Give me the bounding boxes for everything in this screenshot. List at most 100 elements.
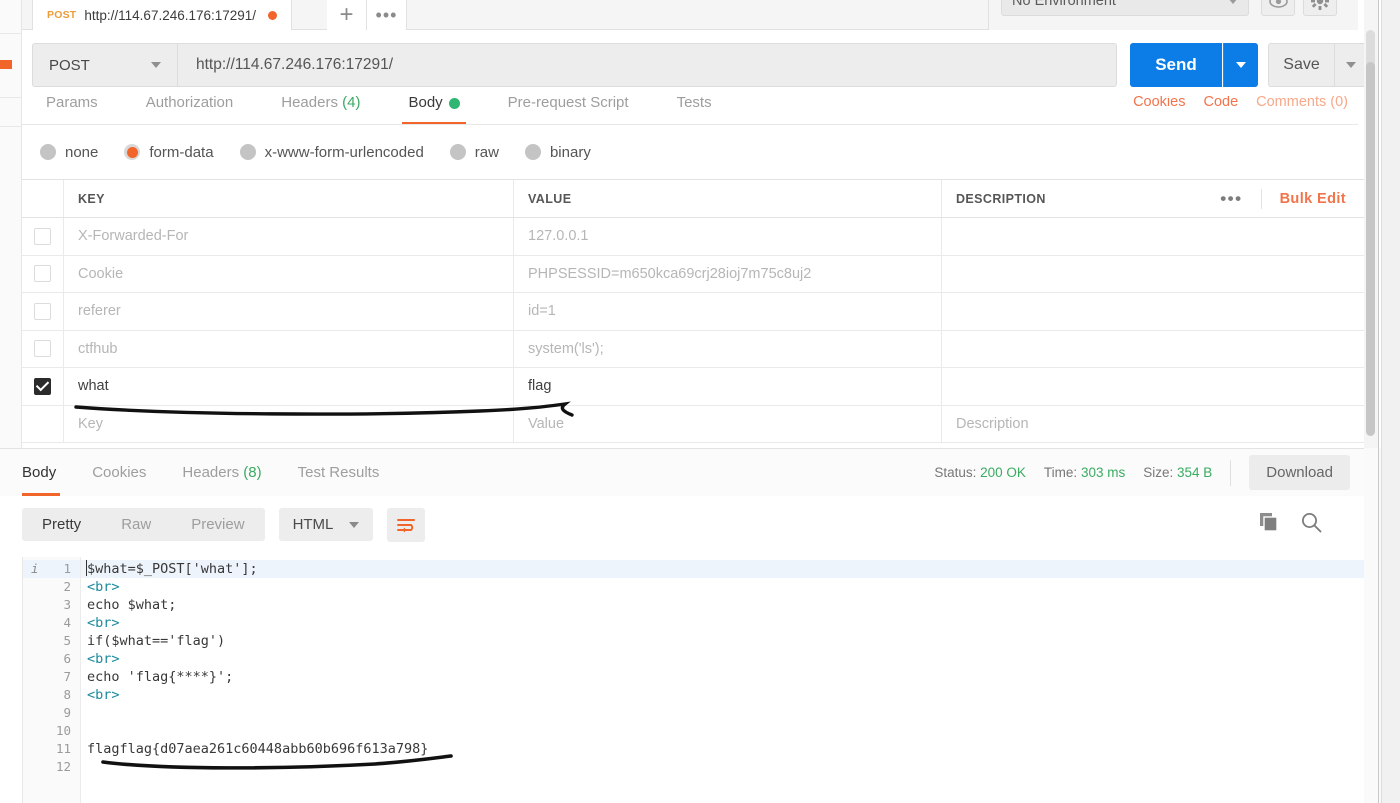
time-label: Time: bbox=[1043, 465, 1078, 480]
response-body-code-viewer[interactable]: i1 2 3 4 5 6 7 8 9 10 11 12 $what=$_POST… bbox=[22, 557, 1364, 803]
radio-none[interactable]: none bbox=[40, 144, 98, 161]
bulk-edit-button[interactable]: Bulk Edit bbox=[1262, 191, 1346, 207]
size-group: Size: 354 B bbox=[1143, 465, 1212, 480]
gutter-line: 6 bbox=[23, 650, 80, 668]
radio-raw-label: raw bbox=[474, 143, 499, 161]
radio-raw[interactable]: raw bbox=[449, 143, 499, 161]
size-value: 354 B bbox=[1177, 465, 1213, 480]
code-content[interactable]: $what=$_POST['what']; <br> echo $what; <… bbox=[81, 557, 1364, 803]
row-checkbox-cell[interactable] bbox=[22, 255, 64, 292]
inner-scrollbar-thumb[interactable] bbox=[1366, 62, 1375, 436]
response-section-tabs: Body Cookies Headers (8) Test Results St… bbox=[0, 449, 1364, 496]
response-tab-cookies[interactable]: Cookies bbox=[74, 449, 164, 496]
new-description-input[interactable]: Description bbox=[942, 406, 1364, 443]
download-button[interactable]: Download bbox=[1249, 455, 1350, 490]
tab-authorization[interactable]: Authorization bbox=[122, 96, 258, 124]
row-checkbox-checked[interactable] bbox=[34, 377, 51, 395]
row-key[interactable]: X-Forwarded-For bbox=[64, 218, 514, 255]
row-description[interactable] bbox=[942, 218, 1364, 255]
tab-more-button[interactable]: ••• bbox=[367, 0, 407, 30]
new-value-input[interactable]: Value bbox=[514, 405, 942, 442]
word-wrap-icon[interactable] bbox=[387, 507, 426, 542]
view-mode-raw[interactable]: Raw bbox=[101, 508, 171, 541]
row-checkbox[interactable] bbox=[34, 227, 51, 245]
body-present-dot-icon bbox=[448, 97, 460, 109]
inner-scrollbar-track[interactable] bbox=[1364, 0, 1378, 448]
radio-x-www-form-urlencoded[interactable]: x-www-form-urlencoded bbox=[239, 144, 424, 161]
table-row[interactable]: X-Forwarded-For 127.0.0.1 bbox=[22, 218, 1364, 256]
save-options-button[interactable] bbox=[1334, 43, 1368, 87]
table-more-button[interactable]: ••• bbox=[1202, 188, 1262, 209]
row-description[interactable] bbox=[942, 331, 1364, 368]
url-bar: POST http://114.67.246.176:17291/ Send S… bbox=[22, 31, 1368, 96]
radio-icon bbox=[524, 144, 541, 160]
tab-headers[interactable]: Headers (4) bbox=[257, 96, 384, 124]
row-key[interactable]: Cookie bbox=[64, 255, 514, 292]
browser-scrollbar-track[interactable] bbox=[1381, 0, 1400, 803]
row-checkbox[interactable] bbox=[34, 302, 51, 320]
table-row[interactable]: Cookie PHPSESSID=m650kca69crj28ioj7m75c8… bbox=[22, 255, 1364, 293]
url-input[interactable]: http://114.67.246.176:17291/ bbox=[177, 43, 1117, 87]
radio-binary[interactable]: binary bbox=[524, 144, 591, 161]
radio-icon bbox=[239, 144, 256, 160]
row-value[interactable]: flag bbox=[514, 368, 942, 405]
tab-pre-request-script[interactable]: Pre-request Script bbox=[484, 96, 653, 124]
row-value[interactable]: PHPSESSID=m650kca69crj28ioj7m75c8uj2 bbox=[514, 255, 942, 292]
search-icon[interactable] bbox=[1301, 512, 1322, 538]
row-description[interactable] bbox=[942, 293, 1364, 330]
postman-window: POST http://114.67.246.176:17291/ + ••• … bbox=[0, 0, 1400, 803]
send-options-button[interactable] bbox=[1223, 43, 1258, 87]
radio-form-data[interactable]: form-data bbox=[124, 144, 214, 161]
response-format-select[interactable]: HTML bbox=[278, 508, 374, 541]
text-caret bbox=[86, 560, 87, 576]
tab-body-label: Body bbox=[408, 96, 443, 111]
new-key-input[interactable]: Key bbox=[64, 405, 514, 442]
row-description[interactable] bbox=[942, 256, 1364, 293]
row-checkbox[interactable] bbox=[34, 265, 51, 283]
comments-link[interactable]: Comments (0) bbox=[1256, 96, 1348, 124]
row-checkbox-cell[interactable] bbox=[22, 218, 64, 255]
row-checkbox-cell[interactable] bbox=[22, 368, 64, 405]
header-description: DESCRIPTION bbox=[956, 191, 1046, 206]
view-mode-preview[interactable]: Preview bbox=[171, 508, 264, 541]
tab-headers-label: Headers bbox=[281, 96, 338, 111]
eye-icon[interactable] bbox=[1261, 0, 1295, 16]
code-link[interactable]: Code bbox=[1203, 96, 1238, 124]
send-button[interactable]: Send bbox=[1130, 43, 1222, 87]
new-tab-button[interactable]: + bbox=[327, 0, 367, 30]
response-tab-body[interactable]: Body bbox=[0, 449, 74, 496]
http-method-select[interactable]: POST bbox=[32, 43, 177, 87]
save-button[interactable]: Save bbox=[1268, 43, 1334, 87]
response-tab-headers[interactable]: Headers (8) bbox=[164, 449, 279, 496]
row-value[interactable]: system('ls'); bbox=[514, 330, 942, 367]
copy-icon[interactable] bbox=[1259, 512, 1279, 537]
form-data-table: KEY VALUE DESCRIPTION ••• Bulk Edit X-Fo… bbox=[22, 179, 1364, 443]
info-icon[interactable]: i bbox=[31, 560, 39, 578]
response-tab-body-label: Body bbox=[22, 464, 57, 481]
response-tab-test-results[interactable]: Test Results bbox=[280, 449, 398, 496]
tab-tests[interactable]: Tests bbox=[653, 96, 736, 124]
view-mode-pretty[interactable]: Pretty bbox=[22, 508, 101, 541]
row-description[interactable] bbox=[942, 368, 1364, 405]
request-tab-active[interactable]: POST http://114.67.246.176:17291/ bbox=[32, 0, 293, 30]
tab-params[interactable]: Params bbox=[22, 96, 122, 124]
row-value[interactable]: id=1 bbox=[514, 293, 942, 330]
table-row[interactable]: referer id=1 bbox=[22, 293, 1364, 331]
environment-select[interactable]: No Environment bbox=[1001, 0, 1249, 16]
row-checkbox-cell[interactable] bbox=[22, 293, 64, 330]
table-row[interactable]: ctfhub system('ls'); bbox=[22, 330, 1364, 368]
table-placeholder-row[interactable]: Key Value Description bbox=[22, 405, 1364, 443]
row-checkbox[interactable] bbox=[34, 340, 51, 358]
table-row[interactable]: what flag bbox=[22, 368, 1364, 406]
cookies-link[interactable]: Cookies bbox=[1133, 96, 1185, 124]
row-value[interactable]: 127.0.0.1 bbox=[514, 218, 942, 255]
rail-divider-1 bbox=[0, 33, 22, 34]
request-tabs-list: Params Authorization Headers (4) Body Pr… bbox=[22, 96, 736, 124]
row-key[interactable]: what bbox=[64, 368, 514, 405]
tab-body[interactable]: Body bbox=[384, 96, 483, 124]
row-key[interactable]: ctfhub bbox=[64, 330, 514, 367]
tab-params-label: Params bbox=[46, 96, 98, 111]
gear-icon[interactable] bbox=[1303, 0, 1337, 16]
row-checkbox-cell[interactable] bbox=[22, 330, 64, 367]
row-key[interactable]: referer bbox=[64, 293, 514, 330]
